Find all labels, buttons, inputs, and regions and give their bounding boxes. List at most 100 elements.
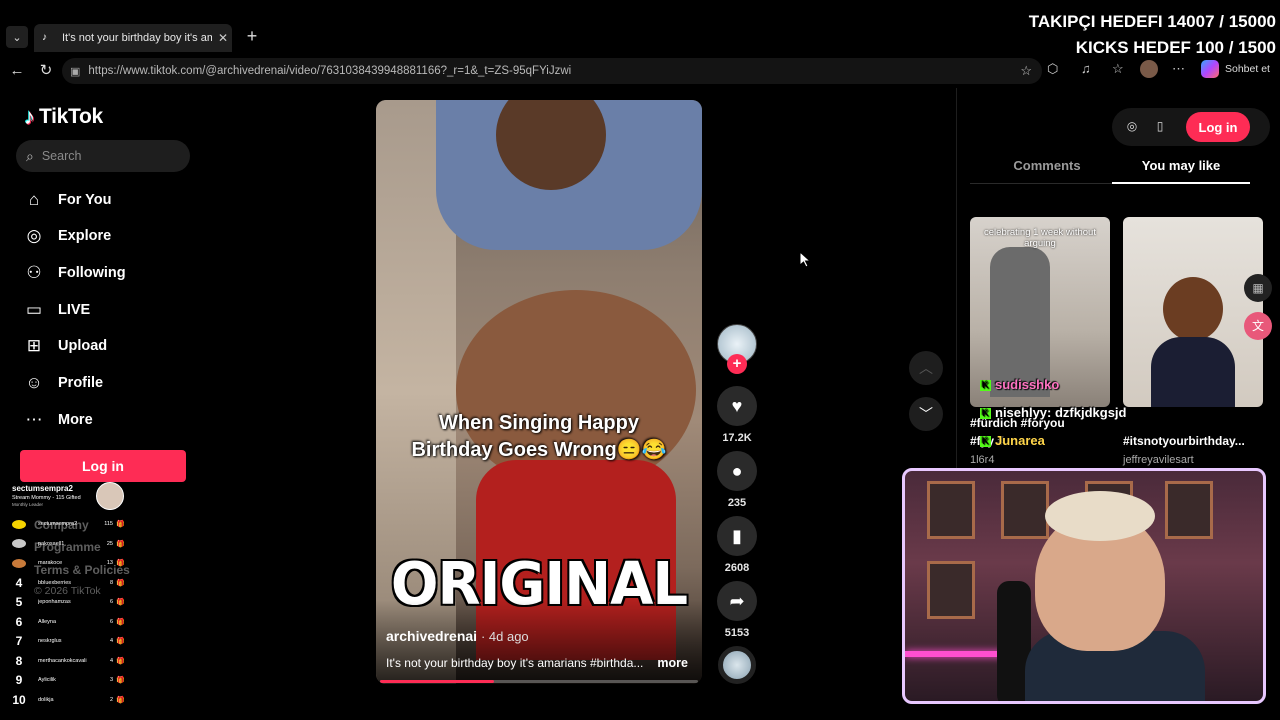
leaderboard-score: 3 [109, 677, 113, 683]
music-disc-icon[interactable] [718, 646, 756, 684]
site-info-icon[interactable]: ▣ [70, 65, 80, 78]
browser-profile-avatar[interactable] [1140, 60, 1158, 78]
side-float-grid-icon[interactable]: ▦ [1244, 274, 1272, 302]
gift-icon: 🎁 [116, 677, 125, 684]
leaderboard-rank: 6 [15, 614, 23, 629]
wall-frame [927, 481, 975, 539]
leaderboard-rank: 10 [12, 692, 26, 707]
media-icon[interactable]: ♫ [1081, 61, 1091, 76]
live-tv-icon: ▭ [25, 300, 43, 319]
chat-message: Ksudisshko [980, 377, 1059, 392]
leaderboard-user: Alleyna [38, 618, 57, 625]
recommended-video-thumb[interactable] [1123, 217, 1263, 407]
leaderboard-user: marakoce [38, 560, 63, 566]
share-count: 5153 [724, 627, 750, 639]
recommended-user[interactable]: 1l6r4 [970, 454, 994, 466]
share-arrow-icon[interactable]: ➦ [717, 581, 757, 621]
tab-you-may-like[interactable]: You may like [1112, 158, 1250, 173]
leaderboard-row: sectumsempra2 115 🎁 [12, 517, 125, 531]
search-icon: ⌕ [26, 147, 34, 164]
device-phone-icon[interactable]: ▯ [1152, 119, 1168, 133]
leaderboard-row: 7 neskrglus 4 🎁 [12, 634, 125, 648]
side-float-translate-icon[interactable]: 文 [1244, 312, 1272, 340]
url-field[interactable]: ▣ https://www.tiktok.com/@archivedrenai/… [62, 58, 1042, 84]
reload-icon[interactable]: ↻ [35, 60, 57, 82]
close-tab-icon[interactable]: ✕ [218, 31, 228, 45]
thumb-overlay-text: celebrating 1 week without arguing [984, 227, 1096, 249]
nav-for-you[interactable]: ⌂ For You [24, 186, 112, 214]
chat-user: Junarea [995, 433, 1045, 448]
chat-message: K Junarea [980, 433, 1045, 448]
nav-upload[interactable]: ⊞ Upload [24, 332, 107, 360]
video-progress-bar[interactable] [380, 680, 698, 683]
kick-badge-icon: K [980, 436, 991, 448]
leaderboard-rank: 4 [15, 575, 23, 590]
leaderboard-user: neskrglus [38, 638, 62, 644]
tiktok-logo[interactable]: ♪ TikTok [24, 104, 103, 130]
thumb-cartoon-body [1151, 337, 1235, 407]
leaderboard-row: 10 dolikja 2 🎁 [12, 693, 124, 707]
header-login-button[interactable]: Log in [1186, 112, 1250, 142]
like-count: 17.2K [722, 432, 752, 444]
gift-icon: 🎁 [116, 579, 125, 587]
favorites-icon[interactable]: ☆ [1112, 61, 1124, 77]
chat-message: Knisehlyy: dzfkjdkgsjd [980, 405, 1126, 420]
tab-comments[interactable]: Comments [978, 158, 1116, 173]
extension-puzzle-icon[interactable]: ⬡ [1047, 61, 1058, 77]
leaderboard-score: 115 [104, 521, 113, 527]
sidebar-login-button[interactable]: Log in [20, 450, 186, 482]
tab-title: It's not your birthday boy it's amarians [62, 32, 212, 44]
description-more-link[interactable]: more [657, 656, 688, 670]
leaderboard-score: 6 [109, 618, 113, 625]
nav-label: Following [58, 265, 126, 281]
follower-goal-text: TAKIPÇI HEDEFI 14007 / 15000 [1028, 12, 1276, 31]
leaderboard-row: pakosaell1 25 🎁 [12, 537, 125, 551]
previous-video-chevron-up-icon[interactable]: ︿ [909, 351, 943, 385]
explore-compass-icon[interactable]: ◎ [1124, 119, 1140, 133]
gift-icon: 🎁 [116, 618, 125, 626]
leaderboard-score: 4 [109, 638, 113, 644]
video-author[interactable]: archivedrenai · 4d ago [386, 628, 529, 644]
browser-tab[interactable]: ♪ It's not your birthday boy it's amaria… [34, 24, 232, 52]
copilot-icon[interactable] [1201, 60, 1219, 78]
leaderboard-rank: 7 [15, 634, 23, 648]
wall-frame [927, 561, 975, 619]
back-arrow-icon[interactable]: ← [6, 60, 28, 82]
chat-text: : dzfkjdkgsjd [1047, 405, 1127, 420]
nav-explore[interactable]: ◎ Explore [24, 222, 112, 250]
upload-plus-icon: ⊞ [26, 336, 42, 355]
bookmark-icon[interactable]: ▮ [717, 516, 757, 556]
nav-label: Explore [58, 228, 112, 244]
copilot-chat-label[interactable]: Sohbet et [1225, 63, 1270, 75]
video-description: It's not your birthday boy it's amarians… [386, 656, 644, 670]
nav-live[interactable]: ▭ LIVE [24, 296, 90, 324]
search-box[interactable]: ⌕ [16, 140, 190, 172]
leaderboard-rank: 9 [15, 673, 23, 687]
video-player[interactable]: When Singing Happy Birthday Goes Wrong😑😂… [376, 100, 702, 684]
logo-text: TikTok [39, 105, 103, 128]
comment-bubble-icon[interactable]: ● [717, 451, 757, 491]
leaderboard-avatar [96, 482, 124, 510]
favorite-star-icon[interactable]: ☆ [1020, 63, 1032, 79]
nav-following[interactable]: ⚇ Following [24, 259, 126, 287]
settings-more-icon[interactable]: ⋯ [1172, 61, 1185, 77]
search-input[interactable] [41, 149, 172, 163]
nav-more[interactable]: ⋯ More [24, 406, 93, 434]
tab-list-chevron-icon[interactable]: ⌄ [6, 26, 28, 48]
recommended-caption[interactable]: #itsnotyourbirthday... [1123, 434, 1253, 448]
streamer-hair [1045, 491, 1155, 541]
recommended-user[interactable]: jeffreyavilesart [1123, 454, 1194, 466]
nav-label: Upload [58, 338, 108, 354]
new-tab-plus-icon[interactable]: + [242, 26, 262, 47]
mouse-cursor-icon [800, 252, 810, 268]
follow-plus-icon[interactable]: + [727, 354, 747, 374]
like-heart-icon[interactable]: ♥ [717, 386, 757, 426]
nav-profile[interactable]: ☺ Profile [24, 369, 103, 397]
next-video-chevron-down-icon[interactable]: ﹀ [909, 397, 943, 431]
leaderboard-score: 2 [109, 696, 113, 703]
lips-badge-icon [12, 558, 26, 568]
author-name[interactable]: archivedrenai [386, 628, 477, 644]
leaderboard-score: 25 [106, 540, 113, 547]
kicks-goal-text: KICKS HEDEF 100 / 1500 [1075, 38, 1276, 57]
chat-user: nisehlyy [995, 405, 1048, 420]
